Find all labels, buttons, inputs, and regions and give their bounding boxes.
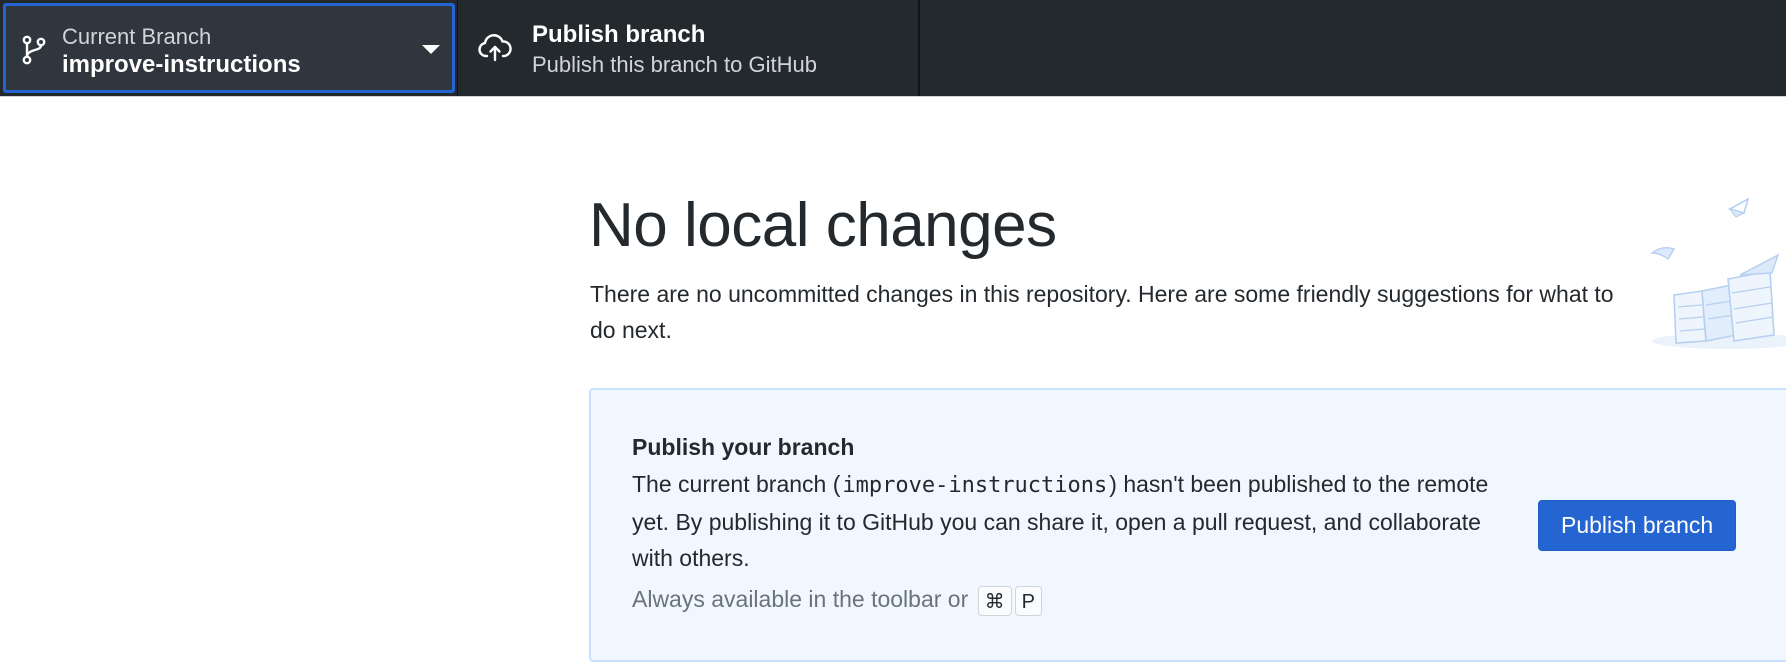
toolbar-divider <box>918 0 920 96</box>
git-branch-icon <box>22 35 46 65</box>
command-key: ⌘ <box>977 586 1012 616</box>
card-hint: Always available in the toolbar or ⌘ P <box>632 586 1042 616</box>
page-intro: There are no uncommitted changes in this… <box>590 281 1614 343</box>
caret-down-icon <box>422 45 440 54</box>
publish-branch-toolbar-button[interactable]: Publish branch Publish this branch to Gi… <box>458 0 918 96</box>
p-key: P <box>1014 586 1042 616</box>
branch-code: improve-instructions <box>842 473 1108 498</box>
card-desc-before: The current branch ( <box>632 471 841 497</box>
current-branch-name: improve-instructions <box>62 51 301 78</box>
page-title: No local changes <box>589 191 1057 260</box>
publish-branch-subtitle: Publish this branch to GitHub <box>532 52 817 77</box>
current-branch-label: Current Branch <box>62 24 212 49</box>
publish-branch-card: Publish your branch The current branch (… <box>589 388 1786 662</box>
empty-boxes-illustration <box>1650 197 1786 349</box>
publish-branch-title: Publish branch <box>532 21 706 48</box>
toolbar: Current Branch improve-instructions Publ… <box>0 0 1786 97</box>
card-title: Publish your branch <box>632 434 855 460</box>
card-hint-text: Always available in the toolbar or <box>632 586 969 613</box>
cloud-upload-icon <box>478 34 512 62</box>
publish-branch-button[interactable]: Publish branch <box>1538 500 1737 551</box>
current-branch-button[interactable]: Current Branch improve-instructions <box>3 3 455 93</box>
card-description: The current branch (improve-instructions… <box>632 466 1492 576</box>
